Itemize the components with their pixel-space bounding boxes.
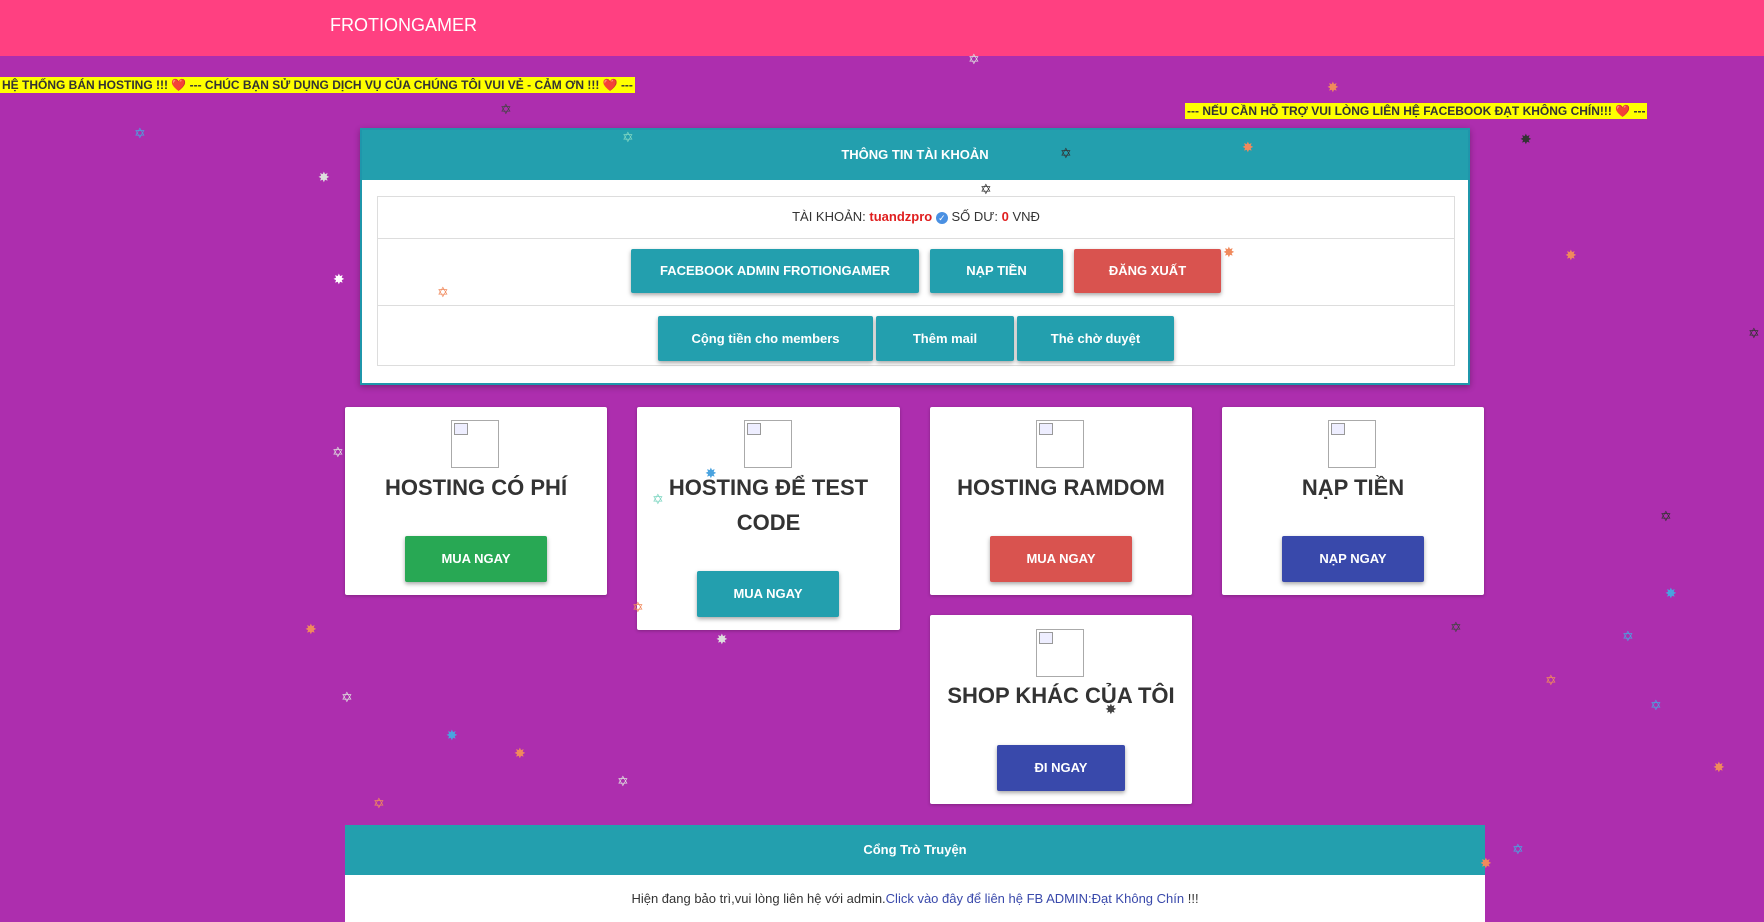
buy-test-hosting-button[interactable]: MUA NGAY <box>697 571 839 617</box>
contact-admin-link[interactable]: Click vào đây để liên hệ FB ADMIN:Đạt Kh… <box>886 891 1184 906</box>
sparkle-icon: ✡ <box>617 773 629 789</box>
sparkle-icon: ✡ <box>1060 145 1072 161</box>
sparkle-icon: ✸ <box>333 271 345 287</box>
account-label: TÀI KHOẢN: <box>792 209 866 224</box>
sparkle-icon: ✡ <box>341 689 353 705</box>
verified-check-icon: ✓ <box>935 211 948 224</box>
sparkle-icon: ✡ <box>622 129 634 145</box>
marquee-right: --- NẾU CẦN HỖ TRỢ VUI LÒNG LIÊN HỆ FACE… <box>1185 103 1648 119</box>
account-panel-heading: THÔNG TIN TÀI KHOẢN <box>362 130 1468 180</box>
buy-paid-hosting-button[interactable]: MUA NGAY <box>405 536 547 582</box>
sparkle-icon: ✸ <box>716 631 728 647</box>
card-title: SHOP KHÁC CỦA TÔI <box>947 683 1175 708</box>
card-topup: NẠP TIỀN NẠP NGAY <box>1222 407 1484 595</box>
sparkle-icon: ✡ <box>968 51 980 67</box>
sparkle-icon: ✸ <box>514 745 526 761</box>
card-title: HOSTING CÓ PHÍ <box>384 475 568 500</box>
sparkle-icon: ✡ <box>1660 508 1672 524</box>
logout-button[interactable]: ĐĂNG XUẤT <box>1074 249 1221 293</box>
chat-panel-body: Hiện đang bảo trì,vui lòng liên hệ với a… <box>345 875 1485 906</box>
sparkle-icon: ✡ <box>1622 628 1634 644</box>
sparkle-icon: ✡ <box>980 181 992 197</box>
facebook-admin-button[interactable]: FACEBOOK ADMIN FROTIONGAMER <box>631 249 919 293</box>
currency-label: VNĐ <box>1012 209 1040 224</box>
buy-random-hosting-button[interactable]: MUA NGAY <box>990 536 1132 582</box>
sparkle-icon: ✡ <box>332 444 344 460</box>
sparkle-icon: ✡ <box>632 599 644 615</box>
sparkle-icon: ✸ <box>1242 139 1254 155</box>
brand-logo-text[interactable]: FROTIONGAMER <box>330 15 477 36</box>
sparkle-icon: ✸ <box>1105 701 1117 717</box>
sparkle-icon: ✸ <box>1713 759 1725 775</box>
sparkle-icon: ✸ <box>1665 585 1677 601</box>
sparkle-icon: ✡ <box>134 125 146 141</box>
topup-now-button[interactable]: NẠP NGAY <box>1282 536 1424 582</box>
chat-panel-heading: Cổng Trò Truyện <box>345 825 1485 875</box>
account-actions-row: FACEBOOK ADMIN FROTIONGAMER NẠP TIỀN ĐĂN… <box>378 239 1454 306</box>
sparkle-icon: ✡ <box>1512 841 1524 857</box>
chat-panel: Cổng Trò Truyện Hiện đang bảo trì,vui lò… <box>345 825 1485 922</box>
card-random-hosting: HOSTING RAMDOM MUA NGAY <box>930 407 1192 595</box>
add-mail-button[interactable]: Thêm mail <box>876 316 1014 361</box>
sparkle-icon: ✸ <box>1565 247 1577 263</box>
sparkle-icon: ✸ <box>318 169 330 185</box>
balance-value: 0 <box>1001 209 1009 224</box>
sparkle-icon: ✸ <box>1480 855 1492 871</box>
balance-label: SỐ DƯ: <box>951 209 998 224</box>
top-navbar: FROTIONGAMER <box>0 0 1764 56</box>
sparkle-icon: ✸ <box>305 621 317 637</box>
topup-button[interactable]: NẠP TIỀN <box>930 249 1063 293</box>
card-image-placeholder <box>1036 420 1084 468</box>
sparkle-icon: ✸ <box>1327 79 1339 95</box>
admin-actions-row: Cộng tiền cho members Thêm mail Thẻ chờ … <box>378 306 1454 367</box>
sparkle-icon: ✡ <box>1650 697 1662 713</box>
sparkle-icon: ✸ <box>1223 244 1235 260</box>
card-image-placeholder <box>451 420 499 468</box>
sparkle-icon: ✡ <box>1450 619 1462 635</box>
sparkle-icon: ✡ <box>437 284 449 300</box>
maintenance-suffix: !!! <box>1184 891 1199 906</box>
add-money-members-button[interactable]: Cộng tiền cho members <box>658 316 873 361</box>
maintenance-text: Hiện đang bảo trì,vui lòng liên hệ với a… <box>631 891 886 906</box>
card-other-shop: SHOP KHÁC CỦA TÔI ĐI NGAY <box>930 615 1192 804</box>
pending-cards-button[interactable]: Thẻ chờ duyệt <box>1017 316 1174 361</box>
sparkle-icon: ✸ <box>705 465 717 481</box>
card-test-hosting: HOSTING ĐỂ TEST CODE MUA NGAY <box>637 407 900 630</box>
card-title: HOSTING ĐỂ TEST CODE <box>668 475 869 535</box>
sparkle-icon: ✡ <box>1545 672 1557 688</box>
go-now-button[interactable]: ĐI NGAY <box>997 745 1125 791</box>
marquee-left: HỆ THỐNG BÁN HOSTING !!! ❤️ --- CHÚC BẠN… <box>0 77 635 93</box>
card-image-placeholder <box>1328 420 1376 468</box>
account-panel: THÔNG TIN TÀI KHOẢN TÀI KHOẢN: tuandzpro… <box>360 128 1470 385</box>
sparkle-icon: ✡ <box>373 795 385 811</box>
card-title: HOSTING RAMDOM <box>957 475 1165 500</box>
sparkle-icon: ✸ <box>446 727 458 743</box>
sparkle-icon: ✡ <box>1748 325 1760 341</box>
account-panel-body: TÀI KHOẢN: tuandzpro ✓ SỐ DƯ: 0 VNĐ FACE… <box>377 196 1455 366</box>
card-title: NẠP TIỀN <box>1301 475 1405 500</box>
account-info-row: TÀI KHOẢN: tuandzpro ✓ SỐ DƯ: 0 VNĐ <box>378 197 1454 239</box>
card-image-placeholder <box>1036 629 1084 677</box>
sparkle-icon: ✡ <box>500 101 512 117</box>
sparkle-icon: ✸ <box>1520 131 1532 147</box>
card-image-placeholder <box>744 420 792 468</box>
card-paid-hosting: HOSTING CÓ PHÍ MUA NGAY <box>345 407 607 595</box>
username: tuandzpro <box>869 209 933 224</box>
sparkle-icon: ✡ <box>652 491 664 507</box>
